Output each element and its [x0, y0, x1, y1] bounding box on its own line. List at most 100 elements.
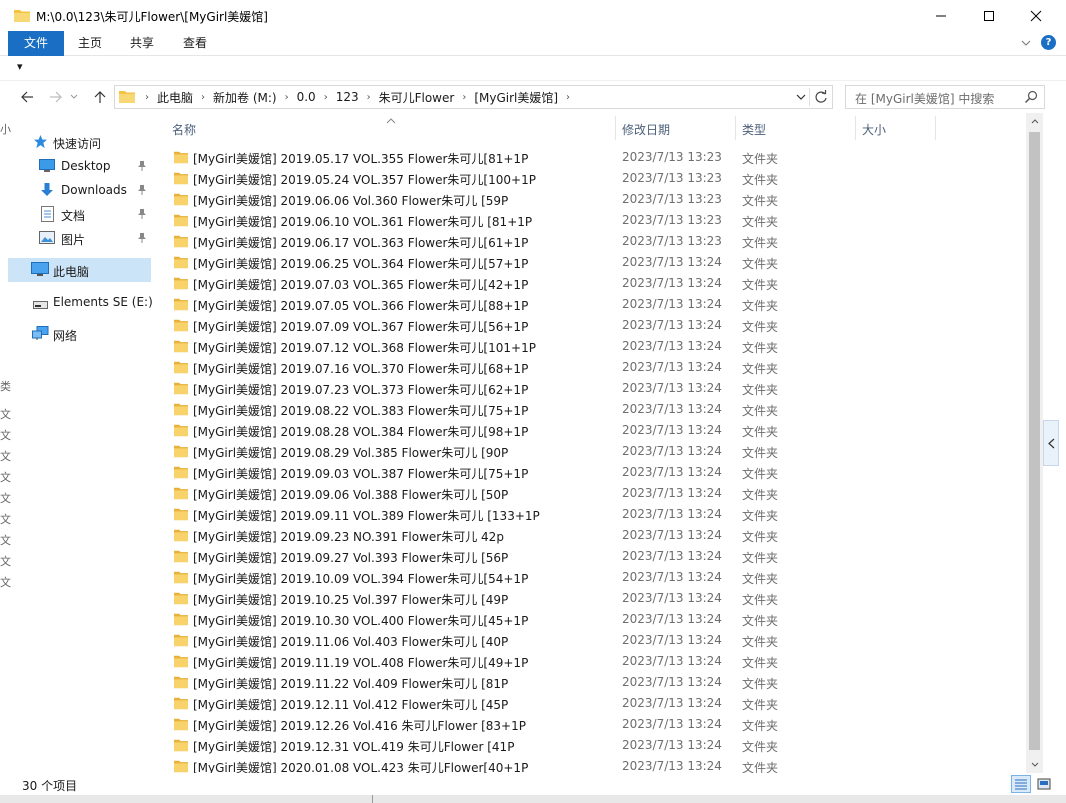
file-row[interactable]: [MyGirl美媛馆] 2019.08.29 Vol.385 Flower朱可儿…	[168, 441, 1008, 462]
help-icon[interactable]: ?	[1041, 35, 1056, 50]
file-date: 2023/7/13 13:23	[622, 234, 722, 248]
close-button[interactable]	[1013, 0, 1059, 31]
column-divider[interactable]	[855, 116, 856, 140]
recent-locations-chevron-icon[interactable]	[68, 87, 80, 107]
download-icon	[40, 182, 54, 201]
refresh-icon[interactable]	[814, 89, 828, 108]
search-placeholder[interactable]: 在 [MyGirl美媛馆] 中搜索	[855, 90, 994, 107]
breadcrumb-separator-icon[interactable]: ›	[197, 92, 209, 103]
folder-icon	[174, 234, 188, 251]
up-button[interactable]	[90, 87, 110, 107]
large-icons-view-icon[interactable]	[1034, 775, 1054, 793]
search-box[interactable]: 在 [MyGirl美媛馆] 中搜索	[845, 85, 1045, 109]
scrollbar-thumb[interactable]	[1029, 132, 1040, 750]
breadcrumb-mygirl[interactable]: [MyGirl美媛馆]	[470, 89, 562, 106]
nav-item-documents[interactable]: 文档	[0, 202, 151, 226]
file-row[interactable]: [MyGirl美媛馆] 2019.05.24 VOL.357 Flower朱可儿…	[168, 168, 1008, 189]
file-row[interactable]: [MyGirl美媛馆] 2019.11.06 Vol.403 Flower朱可儿…	[168, 630, 1008, 651]
nav-item-pictures[interactable]: 图片	[0, 226, 151, 250]
file-row[interactable]: [MyGirl美媛馆] 2019.08.22 VOL.383 Flower朱可儿…	[168, 399, 1008, 420]
tab-home[interactable]: 主页	[66, 31, 114, 56]
address-bar[interactable]: › 此电脑 › 新加卷 (M:) › 0.0 › 123 › 朱可儿Flower…	[114, 85, 833, 109]
vertical-scrollbar[interactable]	[1026, 113, 1043, 773]
preview-pane-toggle-chevron-icon[interactable]	[1043, 420, 1059, 466]
nav-item-elements-drive[interactable]: Elements SE (E:)	[0, 290, 153, 314]
search-icon[interactable]	[1024, 90, 1038, 107]
file-date: 2023/7/13 13:24	[622, 276, 722, 290]
pin-icon[interactable]	[137, 160, 147, 175]
column-header-type[interactable]: 类型	[742, 121, 766, 138]
file-type: 文件夹	[742, 677, 779, 691]
title-bar[interactable]: M:\0.0\123\朱可儿Flower\[MyGirl美媛馆]	[0, 0, 1066, 31]
column-header-date[interactable]: 修改日期	[622, 121, 670, 138]
breadcrumb-separator-icon[interactable]: ›	[320, 92, 332, 103]
file-type: 文件夹	[742, 341, 779, 355]
breadcrumb-separator-icon[interactable]: ›	[458, 92, 470, 103]
customize-toolbar-dropdown[interactable]: ▾	[17, 60, 23, 73]
breadcrumb-this-pc[interactable]: 此电脑	[153, 89, 197, 106]
breadcrumb-123[interactable]: 123	[332, 90, 363, 104]
tab-file[interactable]: 文件	[8, 31, 64, 56]
file-row[interactable]: [MyGirl美媛馆] 2019.07.05 VOL.366 Flower朱可儿…	[168, 294, 1008, 315]
nav-item-quick-access[interactable]: 快速访问	[0, 130, 151, 154]
file-row[interactable]: [MyGirl美媛馆] 2019.12.26 Vol.416 朱可儿Flower…	[168, 714, 1008, 735]
file-type: 文件夹	[742, 488, 779, 502]
breadcrumb-separator-icon[interactable]: ›	[281, 92, 293, 103]
nav-item-network[interactable]: 网络	[0, 322, 151, 346]
file-row[interactable]: [MyGirl美媛馆] 2019.05.17 VOL.355 Flower朱可儿…	[168, 147, 1008, 168]
file-row[interactable]: [MyGirl美媛馆] 2019.06.10 VOL.361 Flower朱可儿…	[168, 210, 1008, 231]
file-row[interactable]: [MyGirl美媛馆] 2019.11.19 VOL.408 Flower朱可儿…	[168, 651, 1008, 672]
breadcrumb-separator-icon[interactable]: ›	[562, 92, 574, 103]
file-row[interactable]: [MyGirl美媛馆] 2019.06.06 Vol.360 Flower朱可儿…	[168, 189, 1008, 210]
nav-item-desktop[interactable]: Desktop	[0, 154, 151, 178]
tab-share[interactable]: 共享	[118, 31, 166, 56]
column-header-name[interactable]: 名称	[172, 121, 196, 138]
nav-item-label: Elements SE (E:)	[53, 295, 153, 309]
file-row[interactable]: [MyGirl美媛馆] 2019.06.17 VOL.363 Flower朱可儿…	[168, 231, 1008, 252]
file-row[interactable]: [MyGirl美媛馆] 2019.07.23 VOL.373 Flower朱可儿…	[168, 378, 1008, 399]
nav-item-downloads[interactable]: Downloads	[0, 178, 151, 202]
folder-icon	[174, 318, 188, 335]
tab-view[interactable]: 查看	[171, 31, 219, 56]
file-row[interactable]: [MyGirl美媛馆] 2019.08.28 VOL.384 Flower朱可儿…	[168, 420, 1008, 441]
breadcrumb-separator-icon[interactable]: ›	[141, 92, 153, 103]
column-header-size[interactable]: 大小	[862, 121, 886, 138]
file-row[interactable]: [MyGirl美媛馆] 2019.09.11 VOL.389 Flower朱可儿…	[168, 504, 1008, 525]
file-row[interactable]: [MyGirl美媛馆] 2019.07.09 VOL.367 Flower朱可儿…	[168, 315, 1008, 336]
pin-icon[interactable]	[137, 184, 147, 199]
column-divider[interactable]	[735, 116, 736, 140]
file-row[interactable]: [MyGirl美媛馆] 2019.09.06 Vol.388 Flower朱可儿…	[168, 483, 1008, 504]
breadcrumb-separator-icon[interactable]: ›	[363, 92, 375, 103]
pin-icon[interactable]	[137, 232, 147, 247]
pin-icon[interactable]	[137, 208, 147, 223]
expand-ribbon-chevron-icon[interactable]	[1021, 36, 1031, 50]
forward-button[interactable]	[46, 87, 66, 107]
maximize-button[interactable]	[966, 0, 1012, 31]
file-row[interactable]: [MyGirl美媛馆] 2019.10.25 Vol.397 Flower朱可儿…	[168, 588, 1008, 609]
file-row[interactable]: [MyGirl美媛馆] 2019.12.31 VOL.419 朱可儿Flower…	[168, 735, 1008, 756]
address-history-chevron-icon[interactable]	[796, 90, 806, 104]
file-row[interactable]: [MyGirl美媛馆] 2019.09.27 Vol.393 Flower朱可儿…	[168, 546, 1008, 567]
file-row[interactable]: [MyGirl美媛馆] 2019.09.23 NO.391 Flower朱可儿 …	[168, 525, 1008, 546]
scroll-down-chevron-icon[interactable]	[1026, 756, 1043, 773]
file-row[interactable]: [MyGirl美媛馆] 2019.12.11 Vol.412 Flower朱可儿…	[168, 693, 1008, 714]
column-divider[interactable]	[615, 116, 616, 140]
breadcrumb-drive[interactable]: 新加卷 (M:)	[209, 89, 281, 106]
file-row[interactable]: [MyGirl美媛馆] 2019.07.12 VOL.368 Flower朱可儿…	[168, 336, 1008, 357]
file-row[interactable]: [MyGirl美媛馆] 2019.10.30 VOL.400 Flower朱可儿…	[168, 609, 1008, 630]
scroll-up-chevron-icon[interactable]	[1026, 113, 1043, 130]
minimize-button[interactable]	[918, 0, 964, 31]
breadcrumb-0-0[interactable]: 0.0	[293, 90, 320, 104]
file-row[interactable]: [MyGirl美媛馆] 2019.07.16 VOL.370 Flower朱可儿…	[168, 357, 1008, 378]
file-row[interactable]: [MyGirl美媛馆] 2019.11.22 Vol.409 Flower朱可儿…	[168, 672, 1008, 693]
file-row[interactable]: [MyGirl美媛馆] 2019.06.25 VOL.364 Flower朱可儿…	[168, 252, 1008, 273]
column-divider[interactable]	[935, 116, 936, 140]
nav-item-this-pc[interactable]: 此电脑	[8, 258, 151, 282]
file-row[interactable]: [MyGirl美媛馆] 2019.07.03 VOL.365 Flower朱可儿…	[168, 273, 1008, 294]
breadcrumb-flower[interactable]: 朱可儿Flower	[375, 89, 459, 106]
details-view-icon[interactable]	[1011, 775, 1031, 793]
back-button[interactable]	[17, 87, 37, 107]
file-row[interactable]: [MyGirl美媛馆] 2019.10.09 VOL.394 Flower朱可儿…	[168, 567, 1008, 588]
file-row[interactable]: [MyGirl美媛馆] 2019.09.03 VOL.387 Flower朱可儿…	[168, 462, 1008, 483]
file-row[interactable]: [MyGirl美媛馆] 2020.01.08 VOL.423 朱可儿Flower…	[168, 756, 1008, 773]
